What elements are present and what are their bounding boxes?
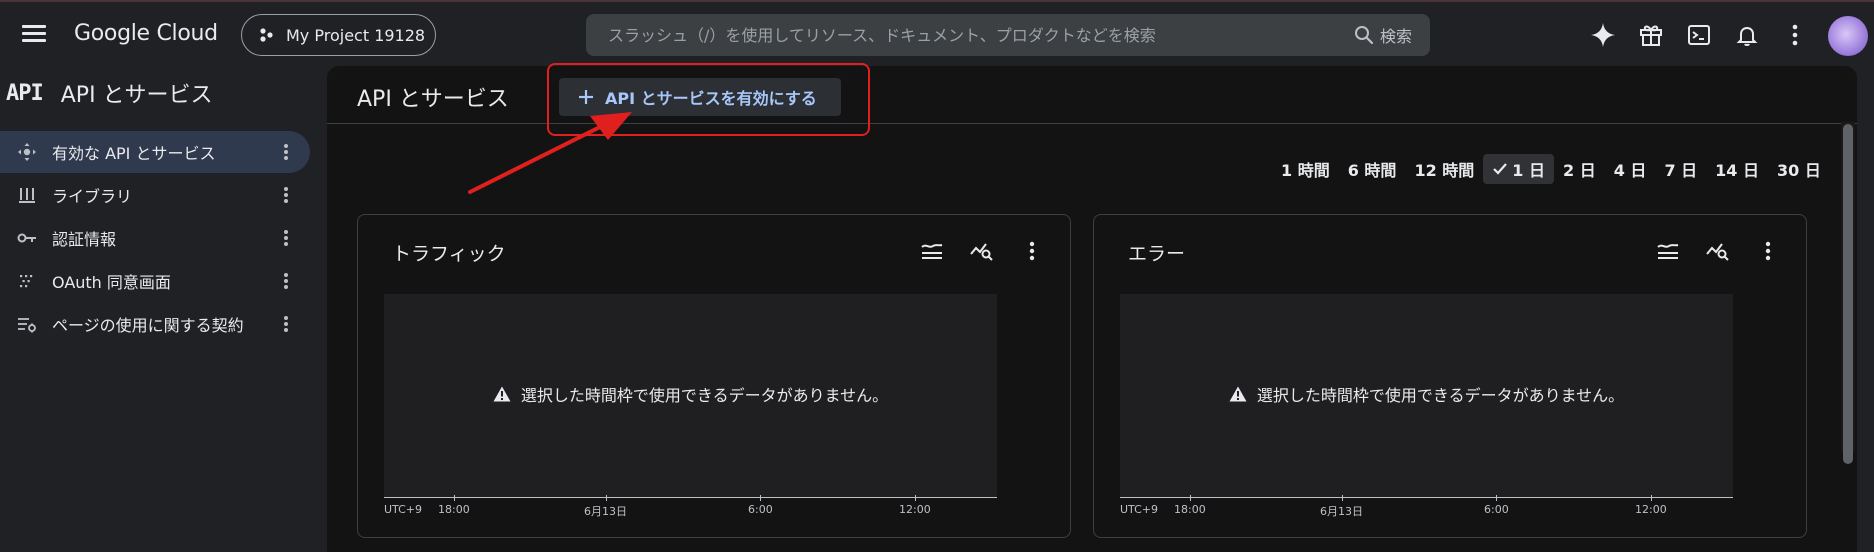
search-input[interactable] <box>608 25 1354 45</box>
sidebar-item-label: ページの使用に関する契約 <box>52 316 244 335</box>
sidebar: API API とサービス 有効な API とサービス ライブラリ 認証情報 O… <box>0 66 327 552</box>
main-header: API とサービス API とサービスを有効にする <box>327 66 1857 124</box>
range-1d[interactable]: 1 日 <box>1483 154 1554 184</box>
x-tick-label: 6:00 <box>748 495 773 516</box>
search-icon <box>1354 26 1374 45</box>
check-icon <box>1493 163 1508 175</box>
explore-chart-icon[interactable] <box>1704 237 1732 265</box>
main-menu-icon[interactable] <box>20 22 48 46</box>
no-data-message: 選択した時間枠で使用できるデータがありません。 <box>384 382 997 406</box>
time-range-selector: 1 時間 6 時間 12 時間 1 日 2 日 4 日 7 日 14 日 30 … <box>1272 154 1830 184</box>
plus-icon <box>579 90 593 104</box>
chart-area: 選択した時間枠で使用できるデータがありません。 <box>384 294 997 498</box>
search-bar[interactable]: 検索 <box>586 14 1430 56</box>
x-tick-label: 6月13日 <box>584 495 627 518</box>
api-icon: API <box>6 80 44 106</box>
more-vert-icon[interactable] <box>276 314 296 334</box>
project-name: My Project 19128 <box>286 25 426 45</box>
errors-card: エラー 選択した時間枠で使用できるデータがありません。 UTC+9 18:00 … <box>1093 214 1807 538</box>
warning-icon <box>1229 386 1247 402</box>
sidebar-item-page-usage-agreements[interactable]: ページの使用に関する契約 <box>0 303 310 345</box>
x-tick-label: 18:00 <box>438 495 470 516</box>
sidebar-header: API API とサービス <box>6 77 213 109</box>
scrollbar-thumb[interactable] <box>1843 124 1853 464</box>
x-axis: UTC+9 18:00 6月13日 6:00 12:00 <box>1120 495 1733 523</box>
traffic-card: トラフィック 選択した時間枠で使用できるデータがありません。 UTC+9 18:… <box>357 214 1071 538</box>
x-tick-label: 6:00 <box>1484 495 1509 516</box>
range-30d[interactable]: 30 日 <box>1768 154 1830 184</box>
more-vert-icon[interactable] <box>276 142 296 162</box>
range-14d[interactable]: 14 日 <box>1706 154 1768 184</box>
google-cloud-logo[interactable]: Google Cloud <box>74 21 218 46</box>
cloud-shell-icon[interactable] <box>1682 16 1716 54</box>
more-vert-icon[interactable] <box>1778 16 1812 54</box>
range-4d[interactable]: 4 日 <box>1605 154 1656 184</box>
range-7d[interactable]: 7 日 <box>1655 154 1706 184</box>
range-12h[interactable]: 12 時間 <box>1405 154 1483 184</box>
range-6h[interactable]: 6 時間 <box>1339 154 1406 184</box>
x-axis: UTC+9 18:00 6月13日 6:00 12:00 <box>384 495 997 523</box>
enable-apis-button[interactable]: API とサービスを有効にする <box>559 78 841 116</box>
sidebar-item-label: ライブラリ <box>52 187 133 206</box>
range-2d[interactable]: 2 日 <box>1554 154 1605 184</box>
search-button-label: 検索 <box>1379 27 1412 46</box>
notifications-icon[interactable] <box>1730 16 1764 54</box>
page-usage-agreements-icon <box>16 313 38 335</box>
oauth-consent-icon <box>16 270 38 292</box>
avatar[interactable] <box>1828 16 1868 56</box>
card-title: エラー <box>1128 243 1186 265</box>
project-icon <box>260 28 273 42</box>
search-button[interactable]: 検索 <box>1354 23 1430 47</box>
sidebar-item-label: OAuth 同意画面 <box>52 273 171 292</box>
more-vert-icon[interactable] <box>1018 237 1046 265</box>
legend-toggle-icon[interactable] <box>918 237 946 265</box>
timezone-label: UTC+9 <box>384 503 423 516</box>
key-icon <box>16 227 38 249</box>
no-data-message: 選択した時間枠で使用できるデータがありません。 <box>1120 382 1733 406</box>
top-bar: Google Cloud My Project 19128 検索 <box>0 0 1874 66</box>
sidebar-item-label: 有効な API とサービス <box>52 144 216 163</box>
main-panel: API とサービス API とサービスを有効にする 1 時間 6 時間 12 時… <box>327 66 1857 552</box>
gemini-icon[interactable] <box>1586 16 1620 54</box>
enable-apis-button-label: API とサービスを有効にする <box>605 89 817 108</box>
x-tick-label: 6月13日 <box>1320 495 1363 518</box>
range-1h[interactable]: 1 時間 <box>1272 154 1339 184</box>
more-vert-icon[interactable] <box>1754 237 1782 265</box>
sidebar-item-credentials[interactable]: 認証情報 <box>0 217 310 259</box>
legend-toggle-icon[interactable] <box>1654 237 1682 265</box>
sidebar-title: API とサービス <box>60 83 213 108</box>
timezone-label: UTC+9 <box>1120 503 1159 516</box>
page-title: API とサービス <box>357 87 509 112</box>
sidebar-item-enabled-apis[interactable]: 有効な API とサービス <box>0 131 310 173</box>
x-tick-label: 12:00 <box>899 495 931 516</box>
enabled-apis-icon <box>16 141 38 163</box>
project-picker-button[interactable]: My Project 19128 <box>241 14 436 56</box>
more-vert-icon[interactable] <box>276 185 296 205</box>
more-vert-icon[interactable] <box>276 228 296 248</box>
chart-area: 選択した時間枠で使用できるデータがありません。 <box>1120 294 1733 498</box>
sidebar-nav: 有効な API とサービス ライブラリ 認証情報 OAuth 同意画面 ページの… <box>0 131 310 346</box>
library-icon <box>16 184 38 206</box>
explore-chart-icon[interactable] <box>968 237 996 265</box>
card-title: トラフィック <box>392 243 506 265</box>
sidebar-item-oauth-consent[interactable]: OAuth 同意画面 <box>0 260 310 302</box>
sidebar-item-library[interactable]: ライブラリ <box>0 174 310 216</box>
x-tick-label: 12:00 <box>1635 495 1667 516</box>
more-vert-icon[interactable] <box>276 271 296 291</box>
warning-icon <box>493 386 511 402</box>
gift-icon[interactable] <box>1634 16 1668 54</box>
sidebar-item-label: 認証情報 <box>52 230 117 249</box>
x-tick-label: 18:00 <box>1174 495 1206 516</box>
